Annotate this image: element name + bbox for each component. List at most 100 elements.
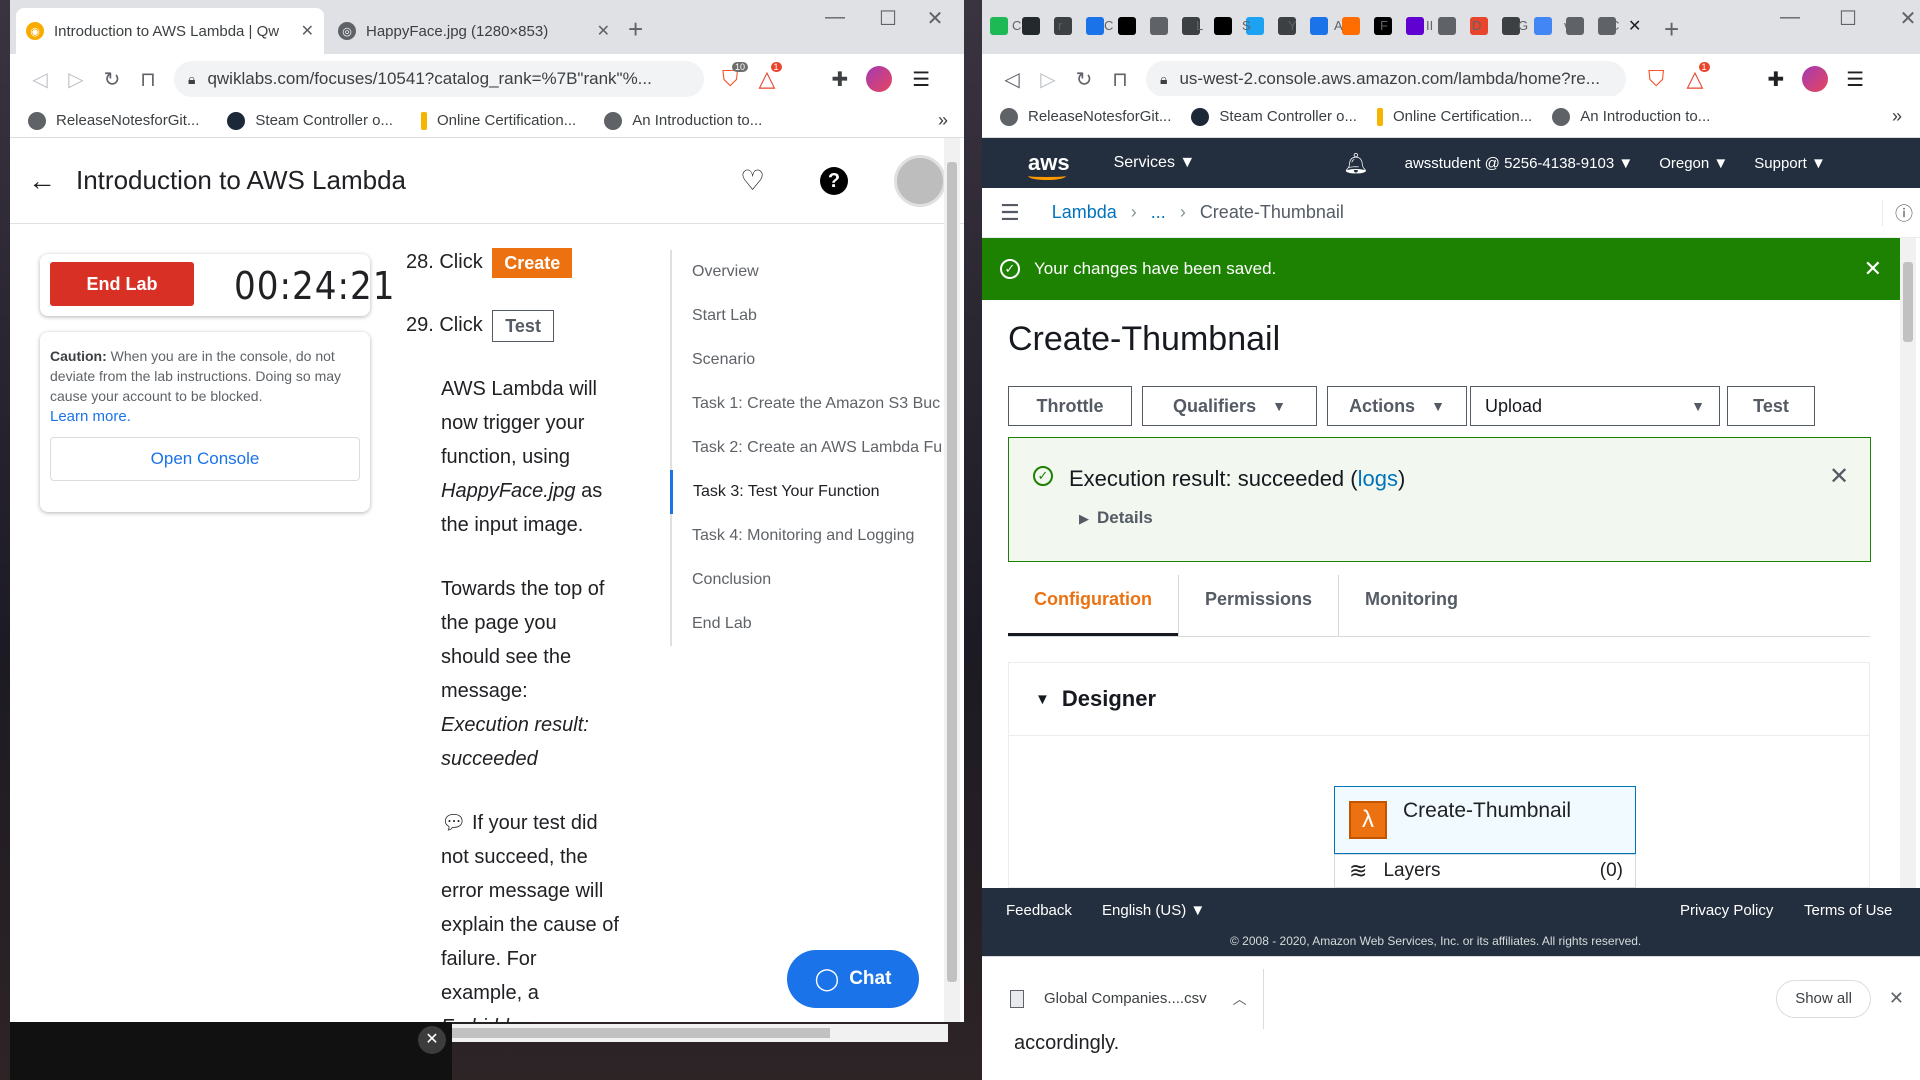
toc-item[interactable]: Task 2: Create an AWS Lambda Fu — [672, 426, 960, 470]
forward-icon[interactable]: ▷ — [1030, 67, 1066, 92]
maximize-icon[interactable]: ☐ — [868, 6, 908, 31]
user-avatar[interactable] — [894, 154, 946, 207]
reload-icon[interactable]: ↻ — [1066, 67, 1102, 92]
privacy-link[interactable]: Privacy Policy — [1680, 902, 1773, 919]
throttle-button[interactable]: Throttle — [1008, 386, 1132, 426]
end-lab-button[interactable]: End Lab — [50, 262, 194, 306]
dismiss-icon[interactable]: ✕ — [418, 1026, 446, 1054]
toc-item[interactable]: End Lab — [672, 602, 960, 646]
tab-qwiklabs[interactable]: ◉ Introduction to AWS Lambda | Qw ✕ — [16, 8, 324, 54]
function-node[interactable]: λ Create-Thumbnail — [1334, 786, 1636, 854]
language-select[interactable]: English (US) ▼ — [1102, 902, 1205, 919]
back-icon[interactable]: ◁ — [994, 67, 1030, 92]
layers-row[interactable]: ≋ Layers (0) — [1334, 854, 1636, 888]
bookmark-icon[interactable]: ⊓ — [1102, 67, 1138, 92]
details-toggle[interactable]: ▶ Details — [1079, 508, 1153, 528]
new-tab-icon[interactable]: + — [1664, 14, 1679, 44]
info-icon[interactable]: ⓘ — [1882, 199, 1913, 226]
toc-item[interactable]: Task 1: Create the Amazon S3 Buc — [672, 382, 960, 426]
minimize-icon[interactable]: — — [815, 6, 855, 29]
new-tab-icon[interactable]: + — [628, 14, 643, 44]
extensions-icon[interactable]: ✚ — [831, 67, 848, 92]
download-filename[interactable]: Global Companies....csv — [1044, 990, 1207, 1007]
pinned-tab-favicon[interactable] — [1438, 17, 1456, 35]
help-icon[interactable]: ? — [820, 166, 848, 195]
toc-item[interactable]: Start Lab — [672, 294, 960, 338]
back-icon[interactable]: ◁ — [22, 67, 58, 92]
brave-rewards-icon[interactable]: △ 1 — [759, 62, 782, 92]
toc-item[interactable]: Task 3: Test Your Function — [670, 470, 960, 514]
toc-item[interactable]: Conclusion — [672, 558, 960, 602]
back-arrow-icon[interactable]: ← — [28, 165, 56, 197]
pinned-tab-favicon[interactable] — [1054, 17, 1072, 35]
brave-rewards-icon[interactable]: △ 1 — [1687, 62, 1710, 92]
bookmark-item[interactable]: Steam Controller o... — [1191, 107, 1357, 126]
close-window-icon[interactable]: ✕ — [915, 6, 955, 31]
tab-happyface[interactable]: ◎ HappyFace.jpg (1280×853) ✕ — [328, 8, 620, 54]
test-event-select[interactable]: Upload ▼ — [1470, 386, 1720, 426]
address-bar[interactable]: 🔒︎ qwiklabs.com/focuses/10541?catalog_ra… — [174, 61, 704, 97]
toc-item[interactable]: Overview — [672, 250, 960, 294]
more-bookmarks-icon[interactable]: » — [938, 110, 948, 131]
region-menu[interactable]: Oregon ▼ — [1659, 155, 1728, 172]
pinned-tab-favicon[interactable] — [1534, 17, 1552, 35]
left-scrollbar[interactable] — [944, 138, 960, 1022]
test-button[interactable]: Test — [1727, 386, 1815, 426]
toc-item[interactable]: Scenario — [672, 338, 960, 382]
pinned-tab-favicon[interactable] — [1342, 17, 1360, 35]
bookmark-item[interactable]: An Introduction to... — [1552, 107, 1710, 126]
forward-icon[interactable]: ▷ — [58, 67, 94, 92]
support-menu[interactable]: Support ▼ — [1754, 155, 1826, 172]
bell-icon[interactable]: 🔔︎ — [1343, 151, 1368, 176]
tab-monitoring[interactable]: Monitoring — [1338, 575, 1484, 636]
close-tab-icon[interactable]: ✕ — [293, 21, 314, 41]
breadcrumb-ellipsis[interactable]: ... — [1151, 202, 1166, 223]
close-tab-icon[interactable]: ✕ — [589, 21, 610, 41]
bookmark-item[interactable]: Online Certification... — [1376, 107, 1532, 126]
show-all-button[interactable]: Show all — [1776, 979, 1871, 1018]
profile-avatar[interactable] — [866, 66, 893, 92]
actions-dropdown[interactable]: Actions ▼ — [1327, 386, 1467, 426]
close-window-icon[interactable]: ✕ — [1888, 6, 1920, 31]
pinned-tab-favicon[interactable] — [1086, 17, 1104, 35]
hscroll-thumb[interactable] — [452, 1028, 830, 1038]
pinned-tab-favicon[interactable] — [1406, 17, 1424, 35]
feedback-link[interactable]: Feedback — [1006, 902, 1072, 919]
profile-avatar[interactable] — [1802, 66, 1829, 92]
page-scrollbar[interactable] — [1900, 238, 1916, 888]
hamburger-icon[interactable]: ☰ — [1000, 200, 1020, 226]
horizontal-scrollbar[interactable] — [452, 1024, 948, 1042]
terms-link[interactable]: Terms of Use — [1804, 902, 1892, 919]
bookmark-item[interactable]: Steam Controller o... — [227, 111, 393, 130]
pinned-tab-favicon[interactable] — [1214, 17, 1232, 35]
close-download-bar-icon[interactable]: ✕ — [1889, 988, 1904, 1009]
close-tab-icon[interactable]: ✕ — [1628, 16, 1641, 36]
dismiss-flash-icon[interactable]: ✕ — [1864, 256, 1882, 282]
extensions-icon[interactable]: ✚ — [1767, 67, 1784, 92]
scroll-thumb[interactable] — [1903, 262, 1913, 342]
breadcrumb-lambda[interactable]: Lambda — [1052, 202, 1117, 223]
pinned-tab-favicon[interactable] — [1118, 17, 1136, 35]
reload-icon[interactable]: ↻ — [94, 67, 130, 92]
maximize-icon[interactable]: ☐ — [1828, 6, 1868, 31]
designer-header[interactable]: ▼ Designer — [1008, 662, 1870, 736]
address-bar[interactable]: 🔒︎ us-west-2.console.aws.amazon.com/lamb… — [1146, 61, 1626, 97]
learn-more-link[interactable]: Learn more. — [50, 408, 360, 425]
bookmark-icon[interactable]: ⊓ — [130, 67, 166, 92]
brave-shield-icon[interactable]: ⛉ 10 — [722, 62, 749, 92]
services-menu[interactable]: Services ▼ — [1114, 154, 1196, 172]
menu-icon[interactable]: ☰ — [912, 67, 930, 92]
pinned-tab-favicon[interactable] — [1310, 17, 1328, 35]
pinned-tab-favicon[interactable] — [1022, 17, 1040, 35]
more-bookmarks-icon[interactable]: » — [1892, 106, 1902, 127]
heart-icon[interactable]: ♡ — [740, 164, 765, 197]
bookmark-item[interactable]: An Introduction to... — [604, 111, 762, 130]
pinned-tab-favicon[interactable] — [990, 17, 1008, 35]
menu-icon[interactable]: ☰ — [1846, 67, 1864, 92]
minimize-icon[interactable]: — — [1770, 6, 1810, 29]
open-console-button[interactable]: Open Console — [50, 437, 360, 481]
close-result-icon[interactable]: ✕ — [1829, 462, 1849, 491]
bookmark-item[interactable]: ReleaseNotesforGit... — [1000, 107, 1171, 126]
account-menu[interactable]: awsstudent @ 5256-4138-9103 ▼ — [1405, 155, 1634, 172]
logs-link[interactable]: logs — [1358, 466, 1398, 491]
